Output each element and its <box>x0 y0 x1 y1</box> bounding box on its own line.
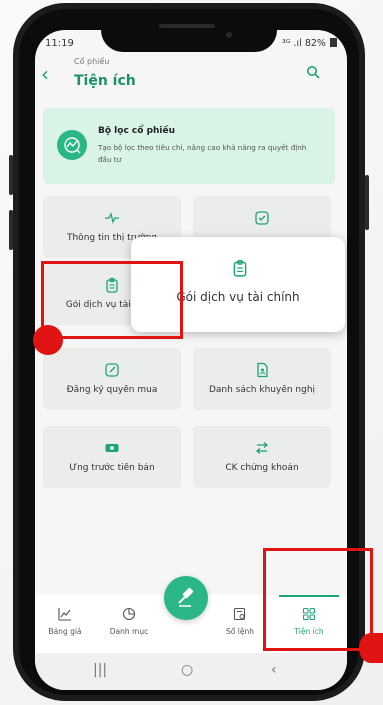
hammer-icon <box>178 587 194 607</box>
check-square-icon <box>255 211 269 225</box>
page-title: Tiện ích <box>74 73 136 89</box>
battery-icon <box>330 38 337 47</box>
system-nav-bar: ||| ○ ‹ <box>35 653 347 690</box>
camera-notch <box>101 16 277 52</box>
card-label: Đăng ký quyền mua <box>66 385 158 395</box>
tab-price-board[interactable]: Bảng giá <box>35 607 95 636</box>
back-nav-icon[interactable]: ‹ <box>271 662 277 678</box>
volume-down-button <box>9 210 13 250</box>
card-label: CK chứng khoán <box>225 463 299 473</box>
pulse-icon <box>105 212 119 224</box>
tab-label: Bảng giá <box>48 627 82 636</box>
battery-percent: 82% <box>304 38 326 49</box>
banner-title: Bộ lọc cổ phiếu <box>98 126 176 136</box>
status-indicators: ³ᴳ .ıl 82% <box>282 38 337 49</box>
cash-icon <box>105 444 119 452</box>
pie-chart-icon <box>122 607 136 621</box>
edit-icon <box>105 363 119 377</box>
volume-up-button <box>9 155 13 195</box>
stock-filter-banner[interactable]: Bộ lọc cổ phiếu Tạo bộ lọc theo tiêu chí… <box>43 108 335 184</box>
status-time: 11:19 <box>45 38 74 49</box>
recent-apps-icon[interactable]: ||| <box>93 662 107 678</box>
banner-description: Tạo bộ lọc theo tiêu chí, nâng cao khả n… <box>98 143 307 164</box>
tab-label: Danh mục <box>109 627 149 636</box>
card-rights-registration[interactable]: Đăng ký quyền mua <box>43 348 181 410</box>
clipboard-icon <box>233 260 247 277</box>
back-arrow-icon[interactable]: ‹ <box>41 62 49 86</box>
home-icon[interactable]: ○ <box>181 662 193 678</box>
click-marker <box>33 325 63 355</box>
highlight-box-utilities-tab <box>263 548 373 651</box>
transfer-icon <box>255 442 269 454</box>
card-recommendation-list[interactable]: Danh sách khuyến nghị <box>193 348 331 410</box>
line-chart-icon <box>58 608 71 621</box>
power-button <box>365 175 369 230</box>
click-marker <box>359 633 383 663</box>
highlight-box-package <box>41 261 183 339</box>
search-icon[interactable] <box>306 65 320 79</box>
chart-search-icon <box>57 130 87 160</box>
card-label: Danh sách khuyến nghị <box>208 385 316 395</box>
tab-order-book[interactable]: Sổ lệnh <box>210 607 270 636</box>
card-label: Ứng trước tiền bán <box>69 463 155 473</box>
tab-label: Sổ lệnh <box>226 627 254 636</box>
card-advance-sale[interactable]: Ứng trước tiền bán <box>43 426 181 488</box>
signal-indicator: ³ᴳ .ıl <box>282 38 302 49</box>
trade-button[interactable] <box>164 576 208 620</box>
tab-portfolio[interactable]: Danh mục <box>99 607 159 636</box>
document-icon <box>257 362 268 378</box>
card-stock-transfer[interactable]: CK chứng khoán <box>193 426 331 488</box>
breadcrumb: Cổ phiếu <box>74 57 110 66</box>
order-book-icon <box>233 607 246 621</box>
